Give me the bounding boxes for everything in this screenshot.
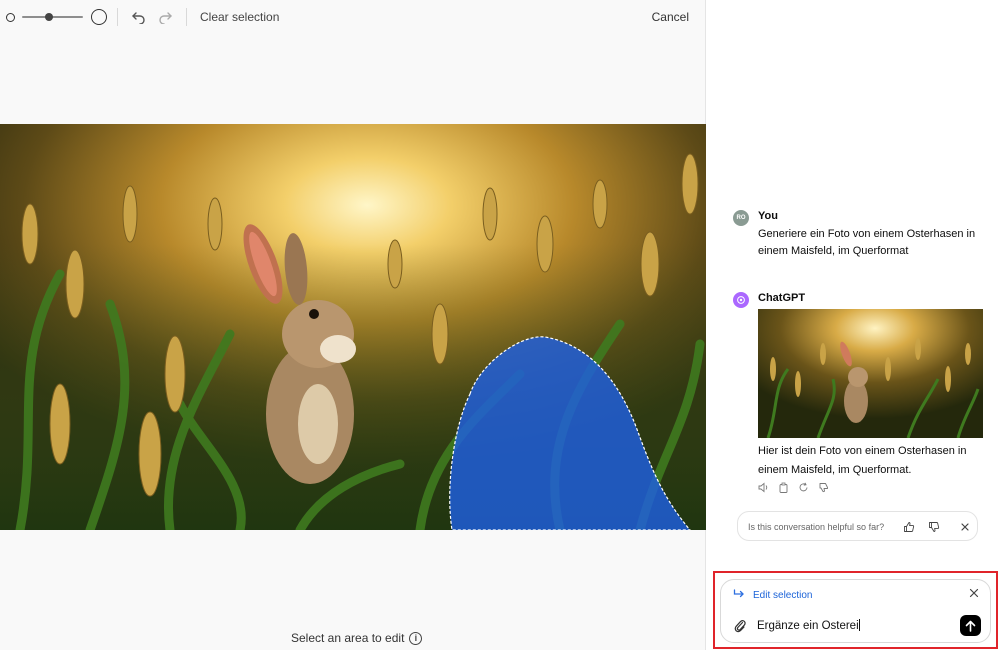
send-button[interactable] <box>960 615 981 636</box>
avatar: RO <box>733 210 749 226</box>
chat-panel: RO You Generiere ein Foto von einem Oste… <box>707 0 1000 650</box>
editable-image-canvas[interactable] <box>0 124 706 530</box>
image-editor-panel: Clear selection Cancel Select an area to… <box>0 0 706 650</box>
thumbs-down-icon[interactable] <box>818 482 829 493</box>
thumbs-down-icon[interactable] <box>927 520 940 533</box>
thumbs-up-icon[interactable] <box>902 520 915 533</box>
toolbar-divider <box>117 8 118 26</box>
sender-name: You <box>758 210 778 222</box>
close-icon[interactable] <box>968 587 980 599</box>
message-actions <box>758 482 829 493</box>
select-area-hint-text: Select an area to edit <box>291 631 405 645</box>
toolbar-divider <box>186 8 187 26</box>
message-text: Generiere ein Foto von einem Osterhasen … <box>758 228 976 257</box>
message-composer: Edit selection Ergänze ein Osterei <box>720 579 991 643</box>
speaker-icon[interactable] <box>758 482 769 493</box>
undo-icon[interactable] <box>129 8 147 26</box>
paperclip-icon[interactable] <box>733 618 747 634</box>
select-area-hint: Select an area to edit i <box>291 631 423 645</box>
cancel-button[interactable]: Cancel <box>652 10 689 24</box>
brush-size-slider-thumb[interactable] <box>45 13 54 21</box>
clear-selection-button[interactable]: Clear selection <box>200 10 279 24</box>
close-icon[interactable] <box>958 520 971 533</box>
brush-small-icon[interactable] <box>6 13 15 22</box>
message-text: Hier ist dein Foto von einem Osterhasen … <box>758 445 967 476</box>
arrow-up-icon <box>965 620 976 632</box>
copy-icon[interactable] <box>778 482 789 493</box>
brush-large-icon[interactable] <box>91 9 107 25</box>
redo-icon[interactable] <box>156 8 174 26</box>
info-icon[interactable]: i <box>409 631 423 645</box>
edit-selection-label: Edit selection <box>753 590 813 601</box>
chatgpt-logo-icon <box>733 292 749 308</box>
prompt-input-value: Ergänze ein Osterei <box>757 620 859 632</box>
feedback-question: Is this conversation helpful so far? <box>748 522 885 532</box>
editor-toolbar: Clear selection Cancel <box>0 0 706 34</box>
sender-name: ChatGPT <box>758 292 806 304</box>
assistant-message: ChatGPT Hier ist dein Foto von einem Ost… <box>733 292 988 502</box>
user-message: RO You Generiere ein Foto von einem Oste… <box>733 210 988 260</box>
regenerate-icon[interactable] <box>798 482 809 493</box>
easter-bunny-cornfield-image <box>0 124 706 530</box>
text-caret <box>858 619 860 631</box>
edit-selection-arrow-icon <box>733 588 745 602</box>
feedback-prompt: Is this conversation helpful so far? <box>737 511 978 541</box>
prompt-input[interactable]: Ergänze ein Osterei <box>757 619 860 632</box>
generated-image-thumbnail[interactable] <box>758 309 983 438</box>
